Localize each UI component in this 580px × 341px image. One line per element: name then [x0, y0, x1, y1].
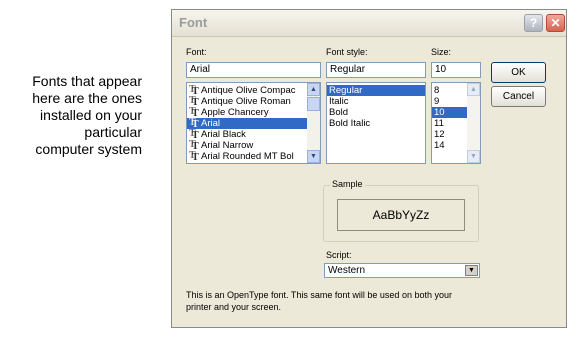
cancel-button[interactable]: Cancel: [491, 86, 546, 107]
font-list-item[interactable]: TT Arial Rounded MT Bol: [187, 149, 320, 163]
script-select[interactable]: Western ▼: [324, 263, 480, 278]
size-input[interactable]: 10: [431, 62, 481, 78]
font-style-label: Font style:: [326, 47, 368, 57]
ok-button[interactable]: OK: [491, 62, 546, 83]
size-label: Size:: [431, 47, 452, 57]
truetype-font-icon: TT: [189, 94, 199, 108]
font-item-label: Antique Olive Compac: [201, 85, 296, 96]
font-item-label: Antique Olive Roman: [201, 96, 291, 107]
script-value: Western: [328, 265, 366, 276]
font-list-item[interactable]: TT Antique Olive Roman: [187, 94, 320, 108]
size-list[interactable]: 8 9 10 11 12 14 ▲ ▼: [431, 82, 481, 164]
title-bar[interactable]: Font ? ✕: [172, 10, 566, 37]
truetype-font-icon: TT: [189, 127, 199, 141]
font-label: Font:: [186, 47, 207, 57]
style-list-item-selected[interactable]: Regular: [327, 85, 425, 96]
caption-line: particular: [84, 124, 142, 140]
scroll-down-arrow-icon[interactable]: ▼: [307, 150, 320, 163]
annotation-caption: Fonts that appear here are the ones inst…: [8, 73, 142, 158]
description-line: printer and your screen.: [186, 302, 282, 312]
scroll-thumb[interactable]: [307, 97, 320, 111]
font-item-label: Arial: [201, 118, 221, 129]
truetype-font-icon: TT: [189, 83, 199, 97]
dialog-title: Font: [179, 15, 208, 30]
font-list-item-selected[interactable]: TT Arial: [187, 116, 320, 130]
scroll-up-arrow-icon[interactable]: ▲: [307, 83, 320, 96]
truetype-font-icon: TT: [189, 105, 199, 119]
description-line: This is an OpenType font. This same font…: [186, 290, 452, 300]
font-list-scrollbar[interactable]: ▲ ▼: [307, 83, 320, 163]
font-dialog: Font ? ✕ Font: Arial TT Antique Olive Co…: [171, 9, 567, 328]
font-list[interactable]: TT Antique Olive Compac TT Antique Olive…: [186, 82, 321, 164]
caption-line: Fonts that appear: [32, 73, 142, 89]
style-list-item[interactable]: Bold: [327, 107, 425, 118]
truetype-font-icon: TT: [189, 116, 199, 130]
font-list-item[interactable]: TT Arial Black: [187, 127, 320, 141]
font-style-input[interactable]: Regular: [326, 62, 426, 78]
style-list-item[interactable]: Bold Italic: [327, 118, 425, 129]
font-item-label: Arial Black: [201, 129, 246, 140]
truetype-font-icon: TT: [189, 138, 199, 152]
caption-line: computer system: [35, 141, 142, 157]
sample-preview: AaBbYyZz: [337, 199, 465, 231]
font-item-label: Arial Narrow: [201, 140, 254, 151]
font-name-input[interactable]: Arial: [186, 62, 321, 78]
script-label: Script:: [326, 250, 352, 260]
sample-label: Sample: [330, 179, 365, 189]
font-item-label: Arial Rounded MT Bol: [201, 151, 294, 162]
scroll-up-arrow-icon[interactable]: ▲: [467, 83, 480, 96]
font-list-item[interactable]: TT Apple Chancery: [187, 105, 320, 119]
caption-line: here are the ones: [32, 90, 142, 106]
font-item-label: Apple Chancery: [201, 107, 269, 118]
font-description: This is an OpenType font. This same font…: [186, 289, 546, 313]
close-button[interactable]: ✕: [546, 14, 565, 32]
font-style-list[interactable]: Regular Italic Bold Bold Italic: [326, 82, 426, 164]
font-list-item[interactable]: TT Arial Narrow: [187, 138, 320, 152]
size-list-scrollbar[interactable]: ▲ ▼: [467, 83, 480, 163]
scroll-down-arrow-icon[interactable]: ▼: [467, 150, 480, 163]
font-list-item[interactable]: TT Antique Olive Compac: [187, 83, 320, 97]
dropdown-arrow-icon[interactable]: ▼: [465, 265, 478, 276]
style-list-item[interactable]: Italic: [327, 96, 425, 107]
truetype-font-icon: TT: [189, 149, 199, 163]
caption-line: installed on your: [40, 107, 142, 123]
help-button[interactable]: ?: [524, 14, 543, 32]
